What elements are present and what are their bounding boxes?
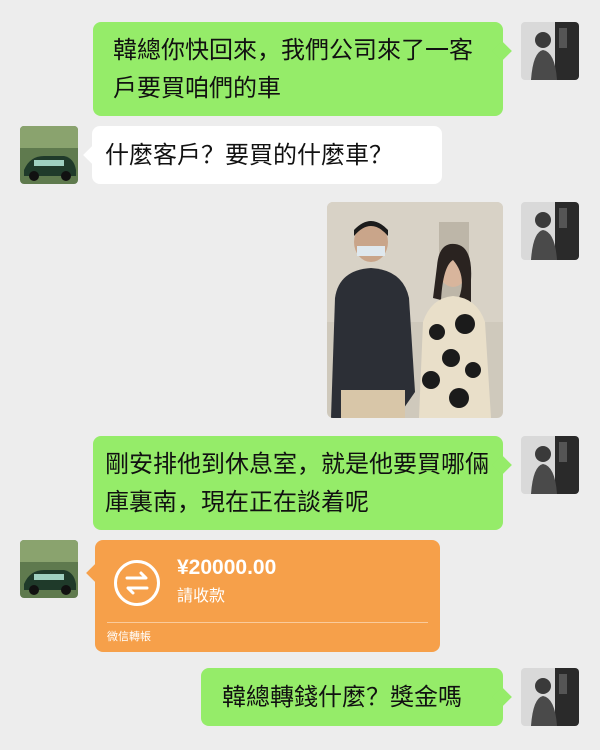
transfer-amount: ¥20000.00 — [177, 556, 277, 579]
transfer-status: 請收款 — [177, 586, 226, 605]
message-text: 韓總你快回來，我們公司來了一客戶要買咱們的車 — [113, 36, 473, 102]
contact-avatar[interactable] — [20, 744, 78, 750]
message-text: 韓總轉錢什麼？獎金嗎 — [222, 683, 462, 711]
transfer-footer: 微信轉帳 — [107, 630, 151, 643]
sender-avatar[interactable] — [521, 202, 579, 260]
message-bubble-sent[interactable]: 剛安排他到休息室，就是他要買哪倆庫裏南，現在正在談着呢 — [93, 436, 512, 530]
message-bubble-sent[interactable]: 韓總轉錢什麼？獎金嗎 — [201, 668, 512, 726]
sender-avatar[interactable] — [521, 22, 579, 80]
sender-avatar[interactable] — [521, 436, 579, 494]
message-bubble-received[interactable]: 什麼客戶？要買的什麼車？ — [83, 126, 442, 184]
message-text: 什麼客戶？要買的什麼車？ — [105, 141, 393, 169]
message-text: 剛安排他到休息室，就是他要買哪倆庫裏南，現在正在談着呢 — [105, 450, 489, 516]
money-transfer-card[interactable]: ¥20000.00 請收款 微信轉帳 — [86, 540, 440, 652]
transfer-divider — [107, 622, 428, 623]
contact-avatar[interactable] — [20, 540, 78, 598]
shared-photo[interactable] — [327, 202, 503, 418]
message-bubble-sent[interactable]: 韓總你快回來，我們公司來了一客戶要買咱們的車 — [93, 22, 512, 116]
transfer-arrows-icon — [114, 560, 160, 606]
contact-avatar[interactable] — [20, 126, 78, 184]
sender-avatar[interactable] — [521, 668, 579, 726]
